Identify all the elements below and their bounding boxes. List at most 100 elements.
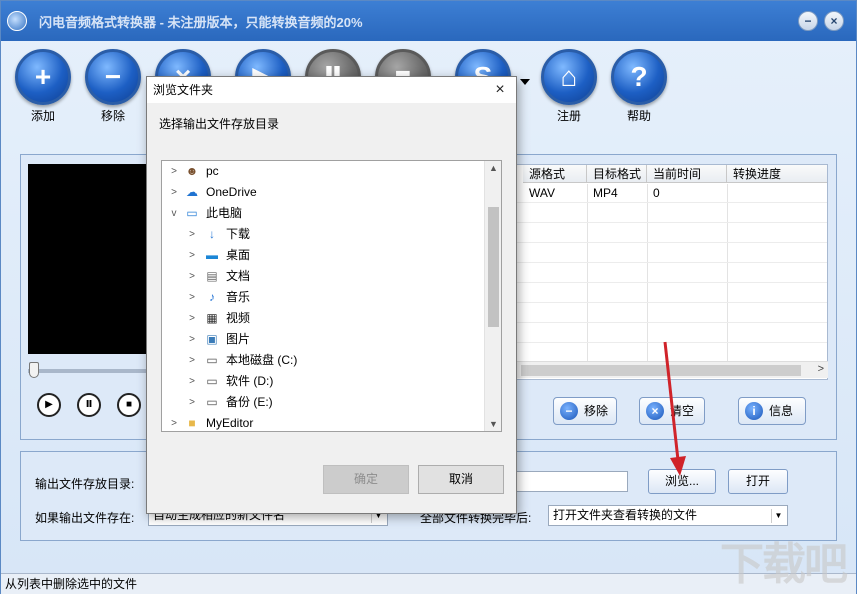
cloud-icon: ☁ [186,185,198,199]
dialog-description: 选择输出文件存放目录 [159,117,280,131]
cell-current-time: 0 [653,186,660,200]
tree-item-music[interactable]: > ♪ 音乐 [162,287,484,308]
tree-item-label: 下载 [226,227,251,241]
tree-item-label: 本地磁盘 (C:) [226,353,298,367]
picture-icon: ▣ [206,332,218,346]
grid-divider [647,184,648,364]
remove-file-button[interactable]: − 移除 [553,397,617,425]
tree-item-onedrive[interactable]: > ☁ OneDrive [162,182,484,203]
chevron-up-icon[interactable]: ▲ [485,163,501,173]
tree-item-drive-c[interactable]: > ▭ 本地磁盘 (C:) [162,350,484,371]
tree-item-label: 图片 [226,332,251,346]
play-icon[interactable]: ▶ [37,393,61,417]
expand-icon[interactable]: > [186,245,198,266]
folder-tree[interactable]: > ☻ pc > ☁ OneDrive v ▭ 此电脑 > ↓ 下载 > ▬ 桌… [161,160,502,432]
expand-icon[interactable]: > [186,329,198,350]
expand-icon[interactable]: > [186,266,198,287]
annotation-arrow [663,341,686,476]
tree-item-desktop[interactable]: > ▬ 桌面 [162,245,484,266]
close-button[interactable]: × [824,11,844,31]
tree-item-documents[interactable]: > ▤ 文档 [162,266,484,287]
computer-icon: ▭ [186,206,198,220]
grid-divider [587,184,588,364]
ok-button[interactable]: 确定 [323,465,409,494]
add-button[interactable]: + 添加 [13,49,73,124]
app-logo-icon [7,11,27,31]
after-convert-select[interactable]: 打开文件夹查看转换的文件 ▼ [548,505,788,526]
tree-item-label: 音乐 [226,290,251,304]
minimize-button[interactable]: − [798,11,818,31]
help-label: 帮助 [626,109,651,123]
register-button[interactable]: ⌂ 注册 [539,49,599,124]
chevron-down-icon[interactable]: ▼ [485,419,501,429]
output-dir-label: 输出文件存放目录: [35,477,135,491]
chevron-down-icon[interactable] [520,79,530,85]
tree-item-videos[interactable]: > ▦ 视频 [162,308,484,329]
browse-folder-dialog: 浏览文件夹 × 选择输出文件存放目录 > ☻ pc > ☁ OneDrive v… [146,76,517,514]
tree-item-label: 文档 [226,269,251,283]
column-header-src-format[interactable]: 源格式 [523,165,587,183]
tree-item-label: 软件 (D:) [226,374,274,388]
expand-icon[interactable]: > [186,371,198,392]
minus-icon: − [85,49,141,105]
file-exists-label: 如果输出文件存在: [35,511,135,525]
title-bar[interactable]: 闪电音频格式转换器 - 未注册版本，只能转换音频的20% − × [1,1,856,41]
expand-icon[interactable]: > [186,308,198,329]
video-icon: ▦ [206,311,218,325]
tree-item-drive-d[interactable]: > ▭ 软件 (D:) [162,371,484,392]
expand-icon[interactable]: > [168,161,180,182]
tree-item-pc[interactable]: > ☻ pc [162,161,484,182]
expand-icon[interactable]: > [186,287,198,308]
info-button[interactable]: i 信息 [738,397,806,425]
column-header-progress[interactable]: 转换进度 [727,165,827,183]
question-icon: ? [611,49,667,105]
expand-icon[interactable]: > [186,224,198,245]
expand-icon[interactable]: > [168,413,180,431]
remove-button[interactable]: − 移除 [83,49,143,124]
cancel-button[interactable]: 取消 [418,465,504,494]
chevron-down-icon[interactable]: ▼ [771,509,785,523]
add-label: 添加 [30,109,55,123]
column-header-current-time[interactable]: 当前时间 [647,165,727,183]
drive-icon: ▭ [206,395,218,409]
tree-item-myeditor[interactable]: > ■ MyEditor [162,413,484,431]
register-label: 注册 [556,109,581,123]
remove-file-label: 移除 [584,404,609,418]
chevron-down-icon[interactable]: v [168,203,180,224]
tree-item-label: 此电脑 [206,206,243,220]
tree-item-drive-e[interactable]: > ▭ 备份 (E:) [162,392,484,413]
expand-icon[interactable]: > [186,350,198,371]
after-convert-value: 打开文件夹查看转换的文件 [553,508,698,522]
seek-track[interactable] [28,369,156,373]
minus-icon: − [560,402,578,420]
expand-icon[interactable]: > [168,182,180,203]
tree-vertical-scrollbar[interactable]: ▲ ▼ [484,161,501,431]
column-header-target-format[interactable]: 目标格式 [587,165,647,183]
tree-item-label: pc [206,164,219,178]
cell-target-format: MP4 [593,186,618,200]
help-button[interactable]: ? 帮助 [609,49,669,124]
seek-handle[interactable] [29,362,39,378]
expand-icon[interactable]: > [186,392,198,413]
open-button[interactable]: 打开 [728,469,788,494]
folder-icon: ■ [188,416,196,430]
dialog-title[interactable]: 浏览文件夹 [147,77,516,103]
remove-label: 移除 [100,109,125,123]
tree-item-this-pc[interactable]: v ▭ 此电脑 [162,203,484,224]
plus-icon: + [15,49,71,105]
tree-item-label: 桌面 [226,248,251,262]
drive-icon: ▭ [206,353,218,367]
pause-icon[interactable]: Ⅱ [77,393,101,417]
chevron-right-icon[interactable]: > [818,363,824,375]
stop-icon[interactable]: ■ [117,393,141,417]
document-icon: ▤ [206,269,218,283]
tree-item-pictures[interactable]: > ▣ 图片 [162,329,484,350]
info-label: 信息 [769,404,794,418]
user-icon: ☻ [185,164,199,178]
tree-item-label: OneDrive [206,185,257,199]
music-icon: ♪ [209,290,215,304]
dialog-close-button[interactable]: × [490,80,510,100]
scrollbar-thumb[interactable] [488,207,499,327]
watermark: 下载吧 [720,540,848,589]
tree-item-downloads[interactable]: > ↓ 下载 [162,224,484,245]
